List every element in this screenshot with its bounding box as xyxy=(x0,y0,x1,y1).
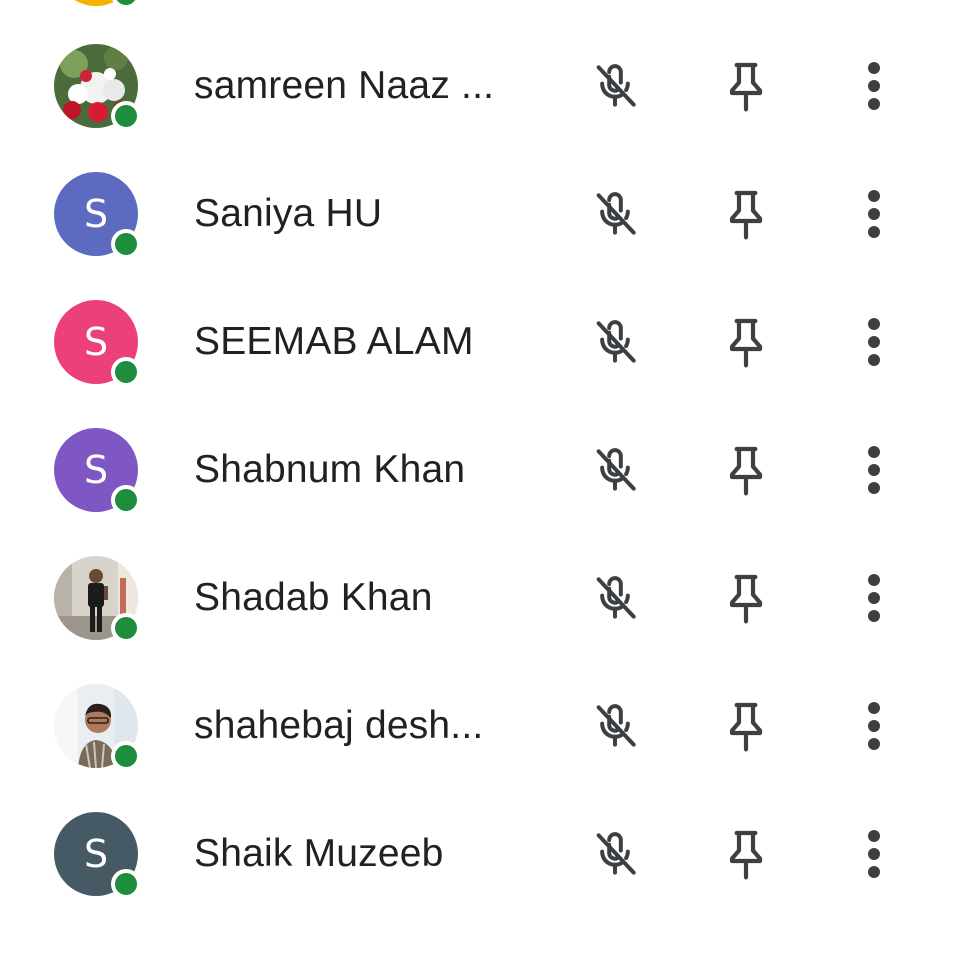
pin-icon xyxy=(722,58,770,114)
mute-participant-button[interactable] xyxy=(583,438,647,502)
participant-row[interactable]: S Shaik Muzeeb xyxy=(0,790,960,918)
participant-row[interactable]: S SEEMAB ALAM xyxy=(0,278,960,406)
mic-off-icon xyxy=(587,58,643,114)
participant-avatar: S xyxy=(54,428,141,515)
more-vert-icon xyxy=(864,700,884,752)
participant-avatar xyxy=(54,684,141,771)
pin-participant-button[interactable] xyxy=(714,438,778,502)
pin-icon xyxy=(722,570,770,626)
participant-avatar: S xyxy=(54,300,141,387)
more-vert-icon xyxy=(864,444,884,496)
participant-row[interactable]: S Shabnum Khan xyxy=(0,406,960,534)
participant-avatar xyxy=(54,44,141,131)
participant-row[interactable]: Shadab Khan xyxy=(0,534,960,662)
pin-icon xyxy=(722,698,770,754)
more-vert-icon xyxy=(864,828,884,880)
pin-participant-button[interactable] xyxy=(714,694,778,758)
more-vert-icon xyxy=(864,188,884,240)
pin-participant-button[interactable] xyxy=(714,822,778,886)
online-status-dot xyxy=(111,485,141,515)
participant-name: SEEMAB ALAM xyxy=(194,320,474,363)
online-status-dot xyxy=(111,229,141,259)
online-status-dot xyxy=(111,869,141,899)
participant-row[interactable]: S Saniya HU xyxy=(0,150,960,278)
online-status-dot xyxy=(111,357,141,387)
more-options-button[interactable] xyxy=(842,694,906,758)
participant-name: Shadab Khan xyxy=(194,576,433,619)
mic-off-icon xyxy=(587,442,643,498)
participants-list: samreen Naaz ... S Saniya HU S SEEMAB AL… xyxy=(0,0,960,960)
pin-participant-button[interactable] xyxy=(714,310,778,374)
mic-off-icon xyxy=(587,570,643,626)
mute-participant-button[interactable] xyxy=(583,54,647,118)
participant-name: Saniya HU xyxy=(194,192,383,235)
mic-off-icon xyxy=(587,186,643,242)
more-vert-icon xyxy=(864,60,884,112)
participant-row[interactable]: shahebaj desh... xyxy=(0,662,960,790)
more-options-button[interactable] xyxy=(842,438,906,502)
online-status-dot xyxy=(111,0,141,9)
mute-participant-button[interactable] xyxy=(583,182,647,246)
pin-participant-button[interactable] xyxy=(714,182,778,246)
mute-participant-button[interactable] xyxy=(583,310,647,374)
mute-participant-button[interactable] xyxy=(583,694,647,758)
mic-off-icon xyxy=(587,698,643,754)
participant-name: Shabnum Khan xyxy=(194,448,466,491)
partial-participant-avatar xyxy=(54,0,141,9)
online-status-dot xyxy=(111,101,141,131)
participant-avatar: S xyxy=(54,812,141,899)
more-vert-icon xyxy=(864,572,884,624)
participant-avatar: S xyxy=(54,172,141,259)
online-status-dot xyxy=(111,613,141,643)
pin-icon xyxy=(722,186,770,242)
more-vert-icon xyxy=(864,316,884,368)
pin-participant-button[interactable] xyxy=(714,54,778,118)
participant-name: Shaik Muzeeb xyxy=(194,832,444,875)
mic-off-icon xyxy=(587,314,643,370)
participant-avatar xyxy=(54,556,141,643)
mic-off-icon xyxy=(587,826,643,882)
more-options-button[interactable] xyxy=(842,182,906,246)
pin-icon xyxy=(722,442,770,498)
more-options-button[interactable] xyxy=(842,310,906,374)
pin-icon xyxy=(722,826,770,882)
more-options-button[interactable] xyxy=(842,54,906,118)
more-options-button[interactable] xyxy=(842,566,906,630)
pin-icon xyxy=(722,314,770,370)
more-options-button[interactable] xyxy=(842,822,906,886)
participant-name: shahebaj desh... xyxy=(194,704,484,747)
mute-participant-button[interactable] xyxy=(583,822,647,886)
mute-participant-button[interactable] xyxy=(583,566,647,630)
pin-participant-button[interactable] xyxy=(714,566,778,630)
online-status-dot xyxy=(111,741,141,771)
participant-row[interactable]: samreen Naaz ... xyxy=(0,22,960,150)
participant-name: samreen Naaz ... xyxy=(194,64,495,107)
